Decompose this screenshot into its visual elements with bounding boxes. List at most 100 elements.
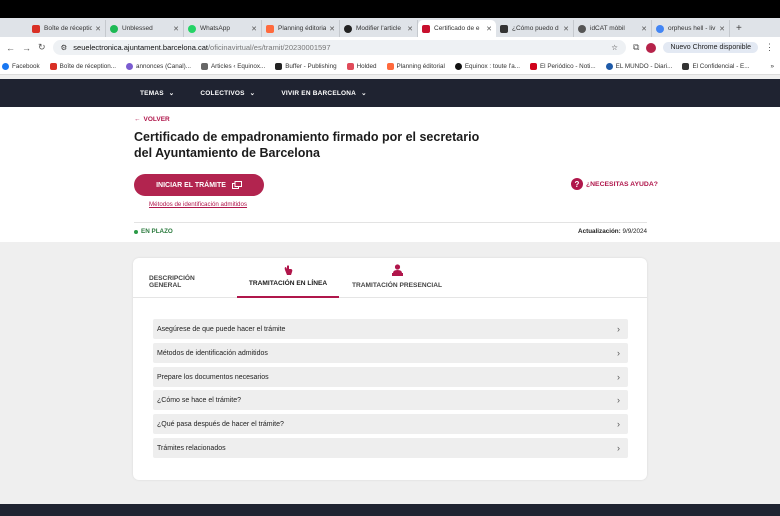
close-icon[interactable]: ✕ — [95, 25, 101, 33]
close-icon[interactable]: ✕ — [563, 25, 569, 33]
divider — [134, 222, 647, 223]
site-info-icon[interactable]: ⚙ — [61, 43, 68, 52]
accordion-item[interactable]: Métodos de identificación admitidos › — [153, 343, 628, 363]
browser-tab[interactable]: Modifier l'article ✕ — [340, 20, 418, 37]
accordion-item[interactable]: ¿Qué pasa después de hacer el trámite? › — [153, 414, 628, 434]
browser-tab[interactable]: WhatsApp ✕ — [184, 20, 262, 37]
url-field[interactable]: ⚙ seuelectronica.ajuntament.barcelona.ca… — [52, 40, 627, 55]
start-procedure-button[interactable]: INICIAR EL TRÁMITE — [134, 174, 264, 196]
browser-tab-bar: Boîte de réception ✕ Unblessed ✕ WhatsApp ✕… — [0, 18, 780, 37]
bookmark-item[interactable]: EL MUNDO - Diari... — [605, 62, 673, 70]
close-icon[interactable]: ✕ — [641, 25, 647, 33]
tab-label: TRAMITACIÓN PRESENCIAL — [352, 282, 442, 289]
new-tab-icon[interactable]: + — [730, 20, 748, 37]
page-title: Certificado de empadronamiento firmado p… — [134, 130, 480, 160]
close-icon[interactable]: ✕ — [407, 25, 413, 33]
bookmark-item[interactable]: Holded — [346, 62, 377, 70]
footer — [0, 504, 780, 516]
reload-icon[interactable]: ↻ — [38, 42, 46, 53]
browser-tab[interactable]: Planning éditorial ✕ — [262, 20, 340, 37]
bookmark-label: Facebook — [12, 62, 40, 70]
tab-label: ¿Cómo puedo d — [512, 25, 559, 32]
procedure-card: DESCRIPCIÓN GENERAL TRAMITACIÓN EN LÍNEA… — [133, 258, 647, 480]
accordion-label: ¿Cómo se hace el trámite? — [157, 396, 242, 404]
close-icon[interactable]: ✕ — [251, 25, 257, 33]
avatar[interactable] — [646, 42, 657, 53]
bookmark-item[interactable]: Equinox : toute l'a... — [454, 62, 520, 70]
tab-label: DESCRIPCIÓN GENERAL — [149, 275, 195, 289]
external-window-icon — [231, 181, 242, 189]
nav-item-temas[interactable]: TEMAS ⌄ — [140, 89, 175, 98]
forward-arrow-icon[interactable]: → — [22, 43, 31, 53]
procedure-tabs: DESCRIPCIÓN GENERAL TRAMITACIÓN EN LÍNEA… — [133, 258, 647, 298]
bookmark-favicon-icon — [49, 62, 57, 70]
tab-tramitacion-en-linea[interactable]: TRAMITACIÓN EN LÍNEA — [237, 258, 339, 298]
chevron-right-icon: › — [617, 419, 620, 429]
accordion-item[interactable]: Asegúrese de que puede hacer el trámite › — [153, 319, 628, 339]
bookmark-item[interactable]: El Periódico - Noti... — [529, 62, 596, 70]
bookmark-favicon-icon — [605, 62, 613, 70]
bookmarks-bar: Facebook Boîte de réception... annonces … — [0, 58, 780, 75]
more-bookmarks-icon[interactable]: » — [770, 63, 774, 70]
tab-favicon-icon — [32, 24, 40, 33]
browser-tab[interactable]: idCAT mòbil ✕ — [574, 20, 652, 37]
start-button-label: INICIAR EL TRÁMITE — [156, 181, 226, 189]
bookmark-item[interactable]: Boîte de réception... — [49, 62, 116, 70]
chevron-right-icon: › — [617, 324, 620, 334]
tab-label: orpheus hell - liv — [668, 25, 716, 32]
person-desk-icon — [391, 264, 403, 276]
browser-tab[interactable]: ¿Cómo puedo d ✕ — [496, 20, 574, 37]
update-label: Actualización: — [578, 228, 621, 235]
update-chrome-button[interactable]: Nuevo Chrome disponible — [663, 42, 758, 53]
tab-favicon-icon — [344, 24, 352, 33]
close-icon[interactable]: ✕ — [173, 25, 179, 33]
close-icon[interactable]: ✕ — [329, 25, 335, 33]
bookmark-label: El Periódico - Noti... — [539, 62, 596, 70]
extensions-icon[interactable]: ⧉ — [633, 42, 639, 53]
bookmark-label: Planning éditorial — [396, 62, 445, 70]
tab-label: Unblessed — [122, 25, 153, 32]
tab-label: Boîte de réception — [44, 25, 93, 32]
identification-methods-link[interactable]: Métodos de identificación admitidos — [149, 201, 247, 208]
accordion-item[interactable]: Trámites relacionados › — [153, 438, 628, 458]
bookmark-item[interactable]: Planning éditorial — [386, 62, 445, 70]
back-link[interactable]: ← VOLVER — [134, 116, 170, 123]
menu-kebab-icon[interactable]: ⋮ — [765, 42, 774, 53]
browser-tab[interactable]: Boîte de réception ✕ — [28, 20, 106, 37]
accordion-item[interactable]: ¿Cómo se hace el trámite? › — [153, 390, 628, 410]
nav-label: COLECTIVOS — [200, 89, 245, 97]
nav-item-vivir[interactable]: VIVIR EN BARCELONA ⌄ — [281, 89, 366, 98]
bookmark-item[interactable]: annonces (Canal)... — [126, 62, 191, 70]
back-arrow-icon[interactable]: ← — [6, 43, 15, 53]
bookmark-item[interactable]: Buffer - Publishing — [275, 62, 337, 70]
bookmark-item[interactable]: Articles ‹ Equinox... — [200, 62, 265, 70]
chevron-right-icon: › — [617, 372, 620, 382]
accordion-label: Prepare los documentos necesarios — [157, 373, 269, 381]
nav-item-colectivos[interactable]: COLECTIVOS ⌄ — [200, 89, 255, 98]
status-label: EN PLAZO — [141, 228, 173, 235]
tab-descripcion-general[interactable]: DESCRIPCIÓN GENERAL — [149, 258, 219, 298]
help-link[interactable]: ? ¿NECESITAS AYUDA? — [571, 178, 658, 190]
chevron-down-icon: ⌄ — [168, 90, 175, 97]
help-label: ¿NECESITAS AYUDA? — [586, 180, 658, 188]
accordion-label: Asegúrese de que puede hacer el trámite — [157, 325, 286, 333]
bookmark-label: EL MUNDO - Diari... — [615, 62, 673, 70]
nav-label: VIVIR EN BARCELONA — [281, 89, 357, 97]
close-icon[interactable]: ✕ — [719, 25, 725, 33]
tab-favicon-icon — [500, 24, 508, 33]
star-icon[interactable]: ☆ — [611, 43, 618, 52]
bookmark-item[interactable]: El Confidencial - E... — [682, 62, 750, 70]
status-badge: EN PLAZO — [134, 228, 173, 235]
question-icon: ? — [571, 178, 583, 190]
accordion-item[interactable]: Prepare los documentos necesarios › — [153, 367, 628, 387]
close-icon[interactable]: ✕ — [486, 25, 492, 33]
tab-favicon-icon — [188, 24, 196, 33]
url-path: /oficinavirtual/es/tramit/20230001597 — [207, 43, 331, 52]
tab-tramitacion-presencial[interactable]: TRAMITACIÓN PRESENCIAL — [347, 258, 447, 298]
browser-tab[interactable]: Unblessed ✕ — [106, 20, 184, 37]
browser-tab-active[interactable]: Certificado de e ✕ — [418, 20, 496, 37]
bookmark-favicon-icon — [200, 62, 208, 70]
bookmark-item[interactable]: Facebook — [2, 62, 40, 70]
browser-tab[interactable]: orpheus hell - liv ✕ — [652, 20, 730, 37]
tab-label: Certificado de e — [434, 25, 480, 32]
